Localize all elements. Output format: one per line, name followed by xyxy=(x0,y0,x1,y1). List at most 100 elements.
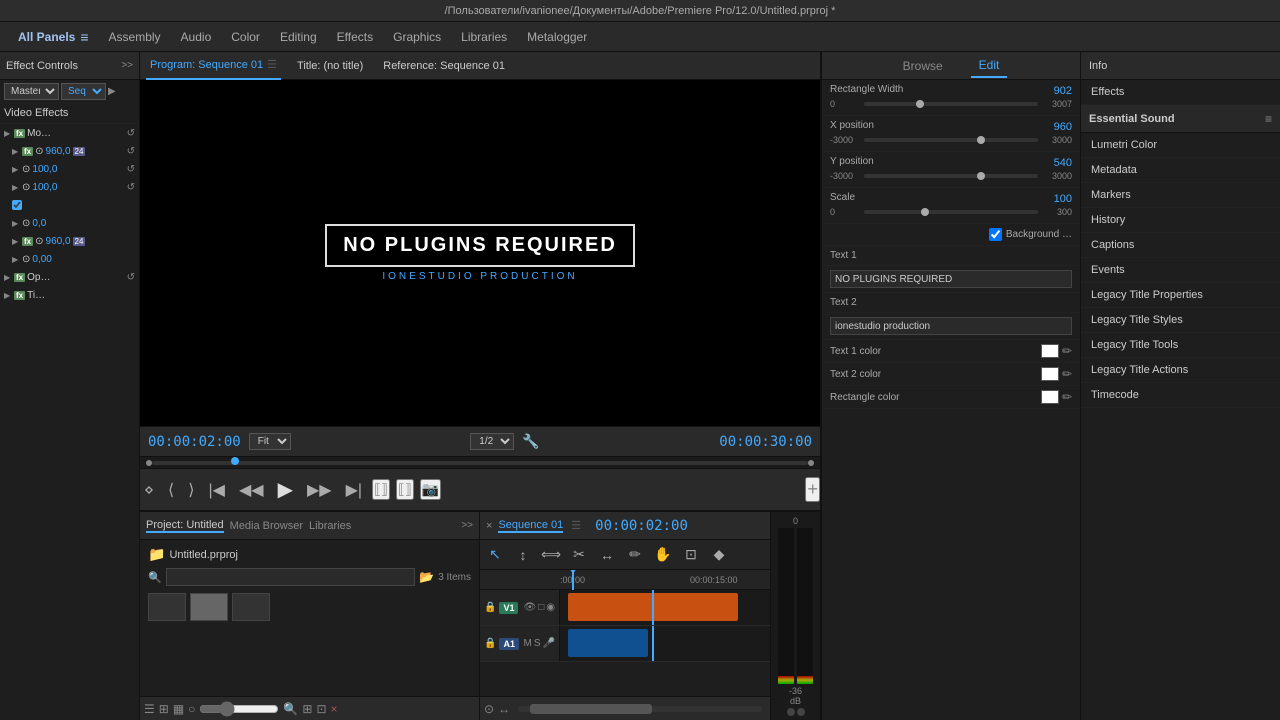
new-item-btn[interactable]: ⊡ xyxy=(316,702,326,716)
nav-assembly[interactable]: Assembly xyxy=(99,22,171,52)
rect-width-value[interactable]: 902 xyxy=(1054,85,1072,97)
slider-thumb[interactable] xyxy=(977,136,985,144)
slider-thumb[interactable] xyxy=(977,172,985,180)
legacy-title-tools-item[interactable]: Legacy Title Tools xyxy=(1081,333,1280,358)
scale-slider[interactable]: 0 300 xyxy=(830,205,1072,219)
zoom-in-btn[interactable]: 🔍 xyxy=(283,702,298,716)
seq-fit-btn[interactable]: ↔ xyxy=(498,702,510,716)
slider-track[interactable] xyxy=(864,210,1038,214)
scrubber-bar[interactable] xyxy=(140,456,820,468)
captions-item[interactable]: Captions xyxy=(1081,233,1280,258)
slider-track[interactable] xyxy=(864,102,1038,106)
reference-monitor-tab[interactable]: Reference: Sequence 01 xyxy=(379,52,509,80)
marker-tool[interactable]: ◆ xyxy=(708,544,730,566)
background-checkbox[interactable] xyxy=(989,228,1002,241)
markers-item[interactable]: Markers xyxy=(1081,183,1280,208)
wrench-icon[interactable]: 🔧 xyxy=(522,433,539,450)
legacy-title-styles-item[interactable]: Legacy Title Styles xyxy=(1081,308,1280,333)
essential-sound-title[interactable]: Essential Sound xyxy=(1089,113,1175,125)
nav-effects[interactable]: Effects xyxy=(327,22,383,52)
text2-input[interactable] xyxy=(830,317,1072,335)
freeform-btn[interactable]: ▦ xyxy=(173,702,184,716)
fit-select[interactable]: Fit xyxy=(249,433,291,450)
size-slider[interactable] xyxy=(199,704,279,714)
nav-libraries[interactable]: Libraries xyxy=(451,22,517,52)
rect-color-pencil[interactable]: ✏ xyxy=(1062,390,1072,404)
effect-controls-expand[interactable]: >> xyxy=(121,60,133,71)
fraction-select[interactable]: 1/2 xyxy=(470,433,514,450)
track-lock-icon[interactable]: 🔒 xyxy=(484,638,496,649)
project-expand[interactable]: >> xyxy=(461,520,473,531)
slider-thumb[interactable] xyxy=(921,208,929,216)
reset-btn[interactable]: ↺ xyxy=(127,128,135,139)
project-options-btn[interactable]: ⊞ xyxy=(302,702,312,716)
track-mute-icon[interactable]: □ xyxy=(538,602,544,613)
legacy-title-actions-item[interactable]: Legacy Title Actions xyxy=(1081,358,1280,383)
scrubber-track[interactable] xyxy=(152,461,808,465)
legacy-title-properties-item[interactable]: Legacy Title Properties xyxy=(1081,283,1280,308)
overwrite-button[interactable]: ⟦⟧ xyxy=(396,479,414,500)
pen-tool[interactable]: ✏ xyxy=(624,544,646,566)
edit-tab[interactable]: Edit xyxy=(971,54,1008,78)
hand-tool[interactable]: ✋ xyxy=(652,544,674,566)
master-select[interactable]: Master … xyxy=(4,83,59,100)
selection-tool[interactable]: ↖ xyxy=(484,544,506,566)
icon-view-btn[interactable]: ○ xyxy=(188,702,195,716)
media-browser-tab[interactable]: Media Browser xyxy=(230,520,303,532)
mark-in-button[interactable]: ⋄ xyxy=(140,478,158,502)
insert-button[interactable]: ⟦⟧ xyxy=(372,479,390,500)
info-label[interactable]: Info xyxy=(1089,60,1107,72)
libraries-tab[interactable]: Libraries xyxy=(309,520,351,532)
track-solo-icon[interactable]: ◉ xyxy=(546,602,555,613)
seq-settings-btn[interactable]: ⊙ xyxy=(484,702,494,716)
nav-audio[interactable]: Audio xyxy=(171,22,222,52)
rect-width-slider[interactable]: 0 3007 xyxy=(830,97,1072,111)
step-back-frame-button[interactable]: ◀◀ xyxy=(235,478,268,502)
step-back-button[interactable]: ⟩ xyxy=(184,478,198,502)
metadata-item[interactable]: Metadata xyxy=(1081,158,1280,183)
history-item[interactable]: History xyxy=(1081,208,1280,233)
y-pos-value[interactable]: 540 xyxy=(1054,157,1072,169)
track-select-tool[interactable]: ↕ xyxy=(512,544,534,566)
reset-btn[interactable]: ↺ xyxy=(127,272,135,283)
title-monitor-tab[interactable]: Title: (no title) xyxy=(293,52,367,80)
track-lock-icon[interactable]: 🔒 xyxy=(484,602,496,613)
audio-clip[interactable] xyxy=(568,629,648,657)
razor-tool[interactable]: ✂ xyxy=(568,544,590,566)
add-button[interactable]: + xyxy=(805,477,820,502)
delete-btn[interactable]: × xyxy=(331,702,338,716)
step-fwd-frame-button[interactable]: ▶▶ xyxy=(303,478,336,502)
meter-knob[interactable] xyxy=(797,708,805,716)
meter-knob[interactable] xyxy=(787,708,795,716)
program-monitor-tab[interactable]: Program: Sequence 01 ☰ xyxy=(146,52,281,80)
nav-color[interactable]: Color xyxy=(221,22,270,52)
go-to-in-button[interactable]: |◀ xyxy=(205,478,229,502)
browse-tab[interactable]: Browse xyxy=(895,55,951,77)
project-search-input[interactable] xyxy=(166,568,416,586)
effects-item[interactable]: Effects xyxy=(1081,80,1280,105)
text1-color-swatch[interactable] xyxy=(1041,344,1059,358)
y-pos-slider[interactable]: -3000 3000 xyxy=(830,169,1072,183)
effect-checkbox[interactable] xyxy=(12,200,22,210)
camera-button[interactable]: 📷 xyxy=(420,479,441,500)
nav-metalogger[interactable]: Metalogger xyxy=(517,22,597,52)
slip-tool[interactable]: ↔ xyxy=(596,544,618,566)
rect-color-swatch[interactable] xyxy=(1041,390,1059,404)
ripple-edit-tool[interactable]: ⟺ xyxy=(540,544,562,566)
text2-color-swatch[interactable] xyxy=(1041,367,1059,381)
nav-editing[interactable]: Editing xyxy=(270,22,327,52)
track-voice-icon[interactable]: 🎤 xyxy=(543,638,555,649)
sequence-timecode[interactable]: 00:00:02:00 xyxy=(587,518,696,534)
seq-zoom-slider[interactable] xyxy=(518,706,762,712)
lumetri-color-item[interactable]: Lumetri Color xyxy=(1081,133,1280,158)
reset-btn[interactable]: ↺ xyxy=(127,164,135,175)
slider-track[interactable] xyxy=(864,174,1038,178)
track-eye-icon[interactable]: 👁 xyxy=(524,602,537,613)
nav-graphics[interactable]: Graphics xyxy=(383,22,451,52)
timecode-left[interactable]: 00:00:02:00 xyxy=(148,434,241,450)
events-item[interactable]: Events xyxy=(1081,258,1280,283)
reset-btn[interactable]: ↺ xyxy=(127,146,135,157)
seq-arrow[interactable]: ▶ xyxy=(108,86,116,97)
seq-select[interactable]: Seq… xyxy=(61,83,106,100)
list-view-btn[interactable]: ☰ xyxy=(144,702,155,716)
